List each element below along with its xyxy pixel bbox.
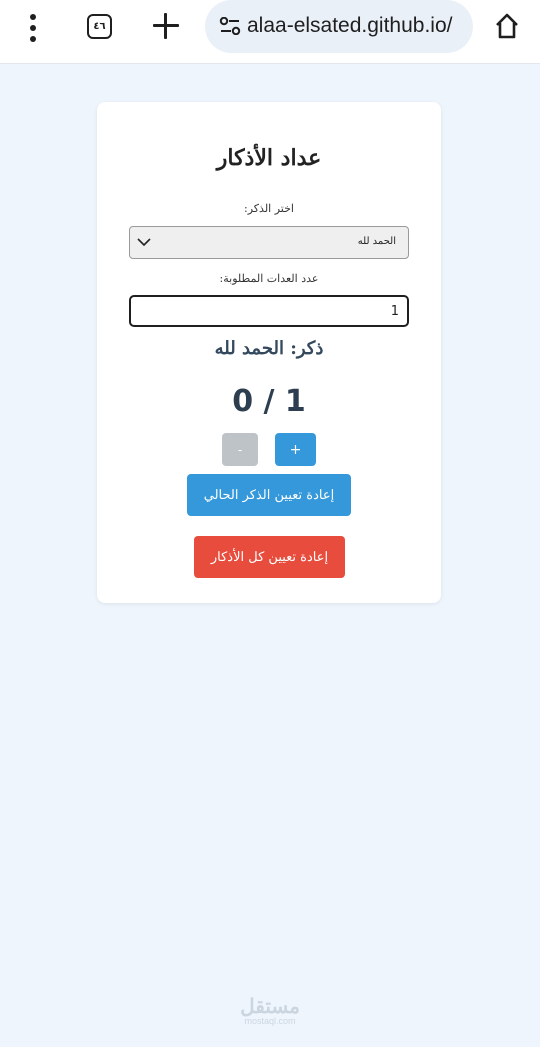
increment-button[interactable]: + [275,433,316,466]
chevron-down-icon [137,238,151,247]
site-settings-icon[interactable] [219,17,241,35]
tabs-icon[interactable]: ٤٦ [87,14,112,39]
current-dhikr: ذكر: الحمد لله [214,338,324,359]
reset-current-button[interactable]: إعادة تعيين الذكر الحالي [187,474,351,516]
count-label: عدد العدات المطلوبة: [219,272,319,285]
browser-toolbar: ٤٦ alaa-elsated.github.io/ [0,0,540,64]
watermark-sub: mostaql.com [244,1016,296,1026]
watermark-main: مستقل [240,994,300,1018]
tab-count: ٤٦ [93,21,106,32]
address-bar[interactable]: alaa-elsated.github.io/ [205,0,473,53]
more-vert-icon[interactable] [25,14,41,42]
page-title: عداد الأذكار [216,145,322,171]
reset-all-button[interactable]: إعادة تعيين كل الأذكار [194,536,345,578]
home-icon[interactable] [493,12,521,40]
decrement-button[interactable]: - [222,433,258,466]
dhikr-counter-card: عداد الأذكار اختر الذكر: الحمد لله عدد ا… [97,102,441,603]
url-text: alaa-elsated.github.io/ [247,14,453,37]
selected-dhikr: الحمد لله [357,236,396,247]
target-count-input[interactable] [129,295,409,327]
dhikr-select[interactable]: الحمد لله [129,226,409,259]
new-tab-plus-icon[interactable] [153,13,179,39]
watermark-logo: مستقل mostaql.com [0,994,540,1026]
counter-display: 0 / 1 [232,384,306,419]
select-label: اختر الذكر: [244,202,294,215]
